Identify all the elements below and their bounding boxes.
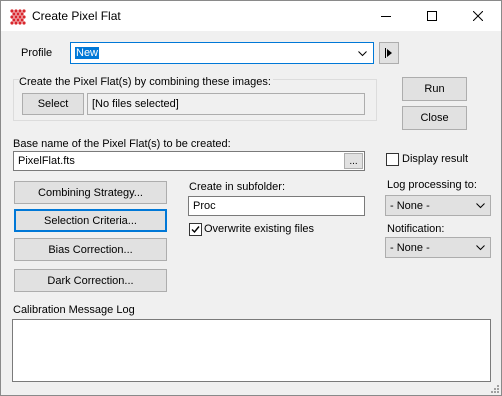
selection-criteria-button[interactable]: Selection Criteria... [14,209,167,232]
run-button[interactable]: Run [402,77,467,101]
files-field: [No files selected] [87,93,365,115]
browse-button[interactable]: ... [344,153,363,169]
maximize-button[interactable] [409,1,455,31]
chevron-down-icon [476,244,485,250]
maximize-icon [427,11,437,21]
title-bar[interactable]: Create Pixel Flat [1,1,501,31]
combining-strategy-button[interactable]: Combining Strategy... [14,181,167,204]
create-pixel-flat-dialog: Create Pixel Flat Profile New Create the… [0,0,502,396]
profile-value: New [75,47,100,59]
profile-label: Profile [21,47,53,59]
close-window-button[interactable] [455,1,501,31]
profile-combo[interactable]: New [70,42,374,64]
checkmark-icon [191,226,200,234]
subfolder-label: Create in subfolder: [189,181,285,193]
subfolder-input[interactable]: Proc [188,196,365,216]
minimize-button[interactable] [363,1,409,31]
images-group-label: Create the Pixel Flat(s) by combining th… [19,76,273,88]
notification-select[interactable]: - None - [385,237,491,258]
log-processing-select[interactable]: - None - [385,195,491,216]
basename-label: Base name of the Pixel Flat(s) to be cre… [13,138,231,150]
window-title: Create Pixel Flat [32,9,121,23]
chevron-down-icon [476,202,485,208]
close-icon [473,11,483,21]
notification-value: - None - [390,241,430,254]
display-result-label: Display result [402,153,469,165]
bias-correction-button[interactable]: Bias Correction... [14,238,167,261]
log-processing-value: - None - [390,199,430,212]
overwrite-label: Overwrite existing files [204,223,315,235]
notification-label: Notification: [387,223,445,235]
play-icon [385,48,392,58]
close-button[interactable]: Close [402,106,467,130]
overwrite-checkbox[interactable] [189,223,202,236]
app-icon [10,9,26,25]
resize-grip-icon[interactable] [489,383,499,393]
message-log-label: Calibration Message Log [13,304,135,316]
log-processing-label: Log processing to: [387,179,477,191]
chevron-down-icon [358,51,367,57]
display-result-checkbox[interactable] [386,153,399,166]
minimize-icon [381,16,391,17]
profile-play-button[interactable] [379,42,399,64]
message-log-textarea[interactable] [12,319,491,382]
basename-input[interactable]: PixelFlat.fts [13,151,365,171]
dark-correction-button[interactable]: Dark Correction... [14,269,167,292]
select-files-button[interactable]: Select [22,93,84,115]
